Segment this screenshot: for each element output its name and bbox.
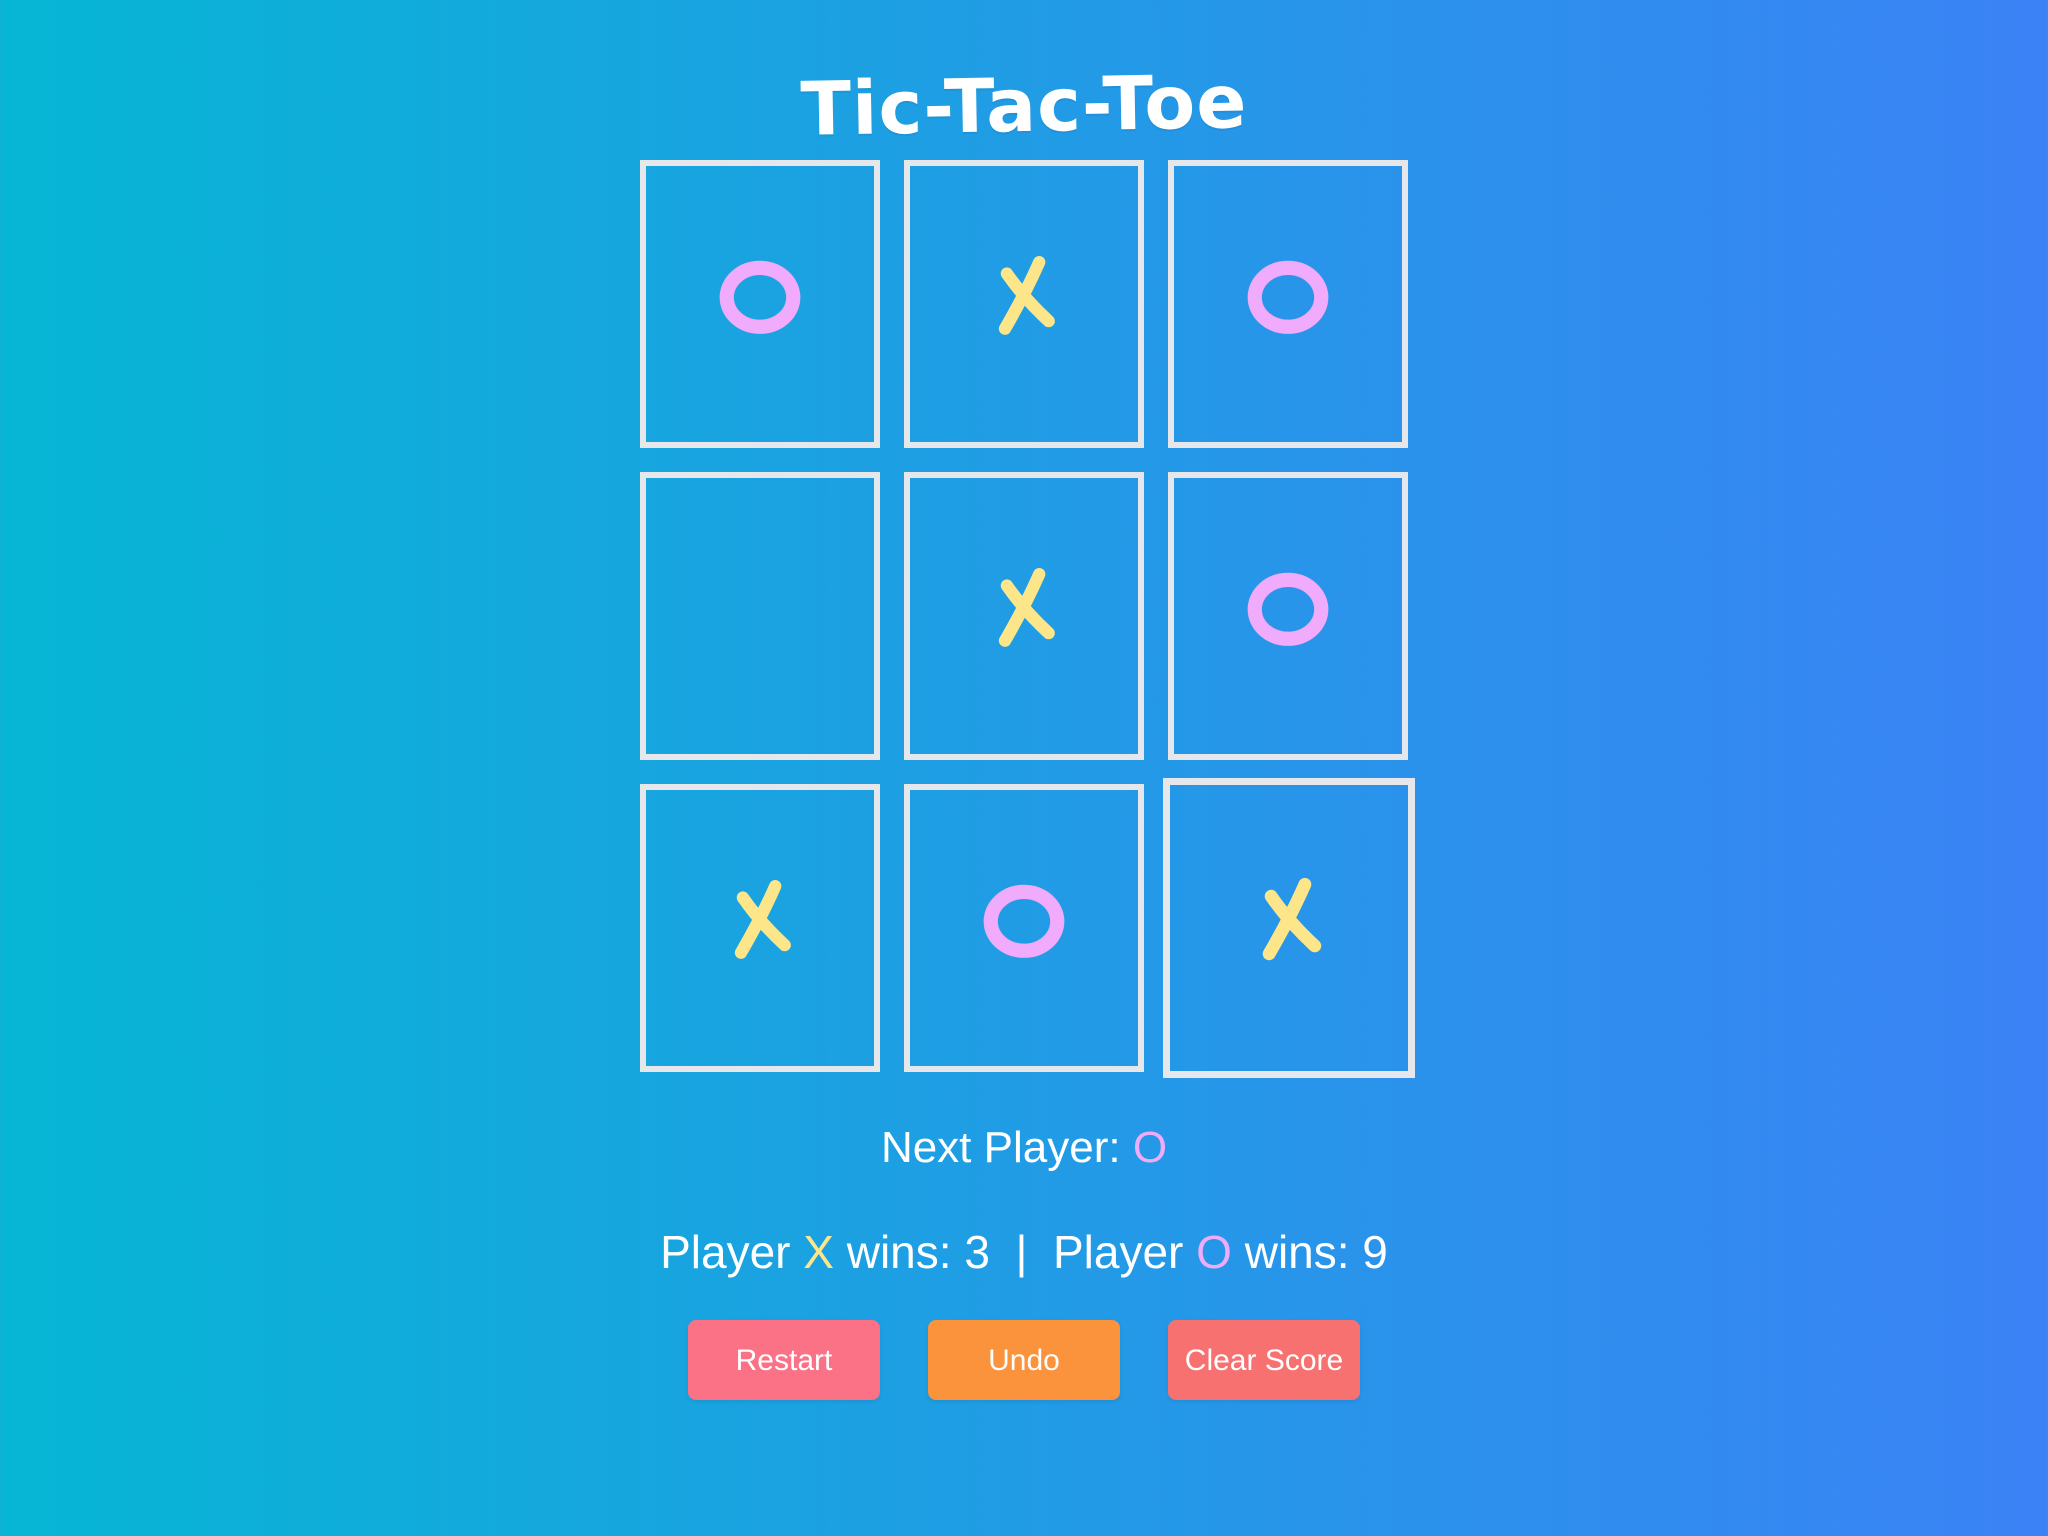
o-mark-icon: [1174, 478, 1402, 754]
next-player-label: Next Player:: [880, 1123, 1133, 1172]
player-x-wins: wins: 3 |: [833, 1226, 1053, 1278]
player-o-label: Player: [1052, 1226, 1184, 1278]
next-player-status: Next Player: O: [0, 1118, 2048, 1178]
game-board: [640, 160, 1415, 1078]
clear-score-button[interactable]: Clear Score: [1168, 1320, 1360, 1400]
o-mark-icon: [1174, 166, 1402, 442]
restart-button[interactable]: Restart: [688, 1320, 880, 1400]
player-x-symbol: X: [803, 1226, 834, 1278]
player-o-symbol: O: [1196, 1226, 1232, 1278]
board-cell-2-1[interactable]: [640, 472, 880, 760]
board-cell-1-3[interactable]: [1168, 160, 1408, 448]
board-cell-1-1[interactable]: [640, 160, 880, 448]
x-mark-icon: [646, 790, 874, 1066]
board-cell-3-3[interactable]: [1163, 778, 1415, 1078]
o-mark-icon: [646, 166, 874, 442]
player-o-wins: wins: 9: [1231, 1226, 1388, 1278]
controls: Restart Undo Clear Score: [0, 1320, 2048, 1400]
board-cell-1-2[interactable]: [904, 160, 1144, 448]
board-cell-3-2[interactable]: [904, 784, 1144, 1072]
board-cell-3-1[interactable]: [640, 784, 880, 1072]
o-mark-icon: [910, 790, 1138, 1066]
undo-button[interactable]: Undo: [928, 1320, 1120, 1400]
game-title: Tic-Tac-Toe: [799, 59, 1249, 153]
x-mark-icon: [910, 166, 1138, 442]
board-cell-2-3[interactable]: [1168, 472, 1408, 760]
x-mark-icon: [910, 478, 1138, 754]
next-player-symbol: O: [1132, 1123, 1168, 1172]
x-mark-icon: [1170, 785, 1408, 1071]
board-cell-2-2[interactable]: [904, 472, 1144, 760]
scoreboard: Player X wins: 3 | Player O wins: 9: [0, 1222, 2048, 1282]
player-x-label: Player: [660, 1226, 791, 1278]
